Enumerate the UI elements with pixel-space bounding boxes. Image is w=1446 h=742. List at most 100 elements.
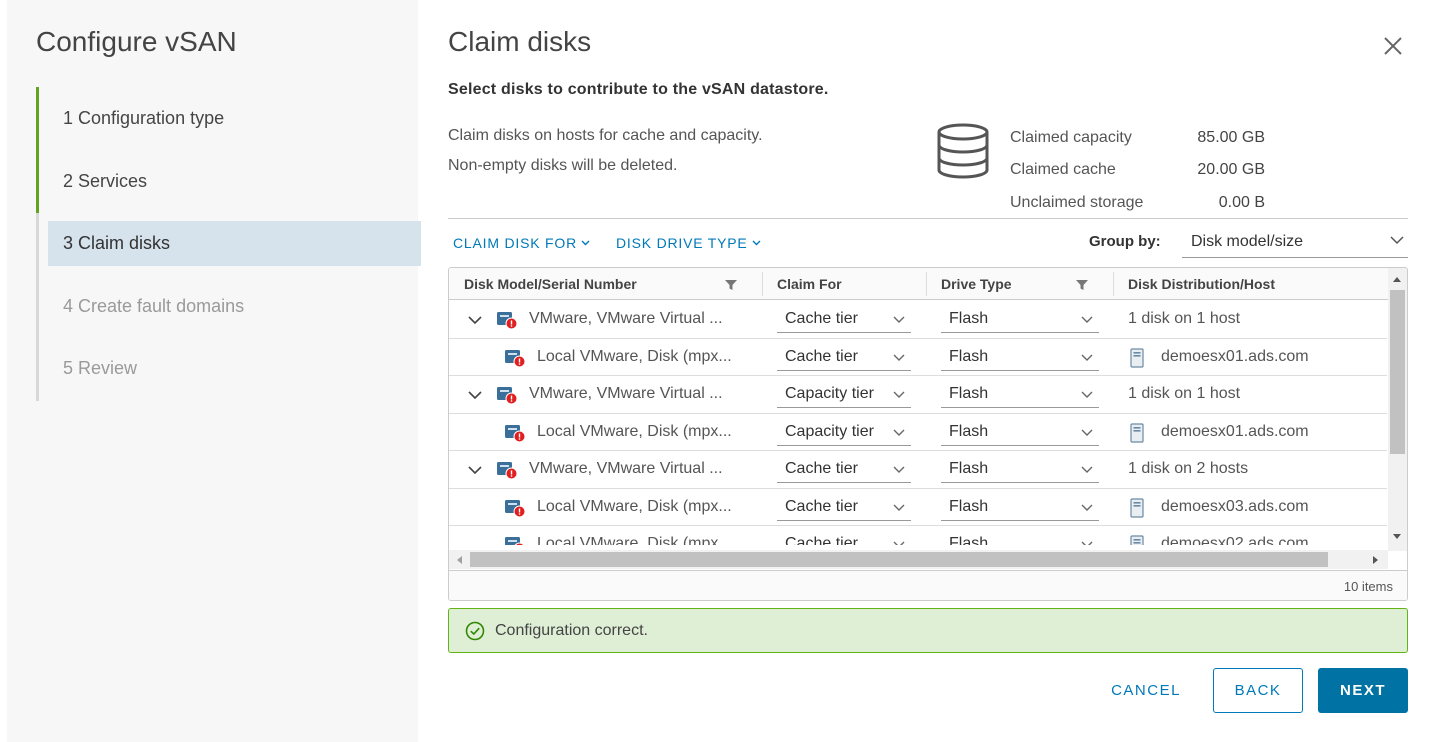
disk-error-icon xyxy=(497,312,518,330)
disk-distribution: 1 disk on 1 host xyxy=(1128,385,1241,402)
chevron-down-icon xyxy=(893,541,905,545)
step-claim-disks[interactable]: 3 Claim disks xyxy=(48,221,421,266)
claim-for-value: Cache tier xyxy=(785,347,858,365)
disk-error-icon xyxy=(505,499,526,517)
description-line-2: Non-empty disks will be deleted. xyxy=(448,157,678,174)
vertical-scrollbar[interactable] xyxy=(1388,268,1407,551)
description-line-1: Claim disks on hosts for cache and capac… xyxy=(448,127,763,144)
horizontal-scrollbar[interactable] xyxy=(449,550,1388,569)
claim-for-select[interactable]: Cache tier xyxy=(777,305,911,333)
chevron-down-icon xyxy=(893,504,905,511)
datagrid-body: VMware, VMware Virtual ... Cache tier Fl… xyxy=(449,301,1387,545)
drive-type-select[interactable]: Flash xyxy=(941,343,1099,371)
host-name[interactable]: demoesx03.ads.com xyxy=(1161,498,1309,516)
table-row[interactable]: VMware, VMware Virtual ... Cache tier Fl… xyxy=(449,451,1387,489)
chevron-down-icon[interactable] xyxy=(467,462,483,478)
table-row[interactable]: Local VMware, Disk (mpx... Cache tier Fl… xyxy=(449,339,1387,376)
drive-type-value: Flash xyxy=(949,460,989,477)
drive-type-select[interactable]: Flash xyxy=(941,455,1099,483)
drive-type-value: Flash xyxy=(949,347,989,365)
disk-model-name: VMware, VMware Virtual ... xyxy=(529,310,723,327)
wizard-sidebar: Configure vSAN 1 Configuration type 2 Se… xyxy=(7,0,421,742)
host-icon xyxy=(1130,535,1144,545)
scroll-left-arrow-icon[interactable] xyxy=(457,556,462,564)
column-drive-type[interactable]: Drive Type xyxy=(926,268,1012,300)
drive-type-select[interactable]: Flash xyxy=(941,493,1099,521)
claim-disk-for-dropdown[interactable]: CLAIM DISK FOR xyxy=(453,235,590,251)
disk-drive-type-label: DISK DRIVE TYPE xyxy=(616,235,748,251)
scroll-up-arrow-icon[interactable] xyxy=(1393,277,1401,282)
host-name[interactable]: demoesx01.ads.com xyxy=(1161,348,1309,366)
claim-for-select[interactable]: Cache tier xyxy=(777,455,911,483)
drive-type-value: Flash xyxy=(949,310,989,327)
claim-for-value: Cache tier xyxy=(785,497,858,515)
chevron-down-icon xyxy=(893,354,905,361)
claim-for-select[interactable]: Capacity tier xyxy=(777,418,911,446)
disk-datagrid: Disk Model/Serial Number Claim For Drive… xyxy=(448,267,1408,601)
table-row[interactable]: VMware, VMware Virtual ... Capacity tier… xyxy=(449,376,1387,414)
chevron-down-icon xyxy=(893,316,905,323)
column-claim-for[interactable]: Claim For xyxy=(762,268,842,300)
disk-distribution: 1 disk on 2 hosts xyxy=(1128,460,1249,477)
scroll-down-arrow-icon[interactable] xyxy=(1393,534,1401,539)
column-disk-model[interactable]: Disk Model/Serial Number xyxy=(449,268,637,300)
claim-disk-for-label: CLAIM DISK FOR xyxy=(453,235,577,251)
check-circle-icon xyxy=(465,621,485,641)
scroll-right-arrow-icon[interactable] xyxy=(1373,556,1378,564)
table-row[interactable]: Local VMware, Disk (mpx... Capacity tier… xyxy=(449,414,1387,451)
claim-for-value: Cache tier xyxy=(785,535,858,545)
table-row[interactable]: Local VMware, Disk (mpx... Cache tier Fl… xyxy=(449,526,1387,545)
filter-icon[interactable] xyxy=(725,279,737,291)
disk-error-icon xyxy=(505,537,525,545)
host-name[interactable]: demoesx01.ads.com xyxy=(1161,423,1309,441)
chevron-down-icon xyxy=(752,240,761,246)
alert-message: Configuration correct. xyxy=(495,622,648,639)
cancel-button[interactable]: CANCEL xyxy=(1098,668,1194,713)
group-by-select[interactable]: Disk model/size xyxy=(1182,228,1408,258)
datagrid-header: Disk Model/Serial Number Claim For Drive… xyxy=(449,268,1389,300)
next-button[interactable]: NEXT xyxy=(1318,668,1408,713)
drive-type-select[interactable]: Flash xyxy=(941,418,1099,446)
chevron-down-icon[interactable] xyxy=(467,312,483,328)
host-name[interactable]: demoesx02.ads.com xyxy=(1161,535,1309,545)
claim-for-select[interactable]: Cache tier xyxy=(777,493,911,521)
step-configuration-type[interactable]: 1 Configuration type xyxy=(48,96,421,141)
chevron-down-icon xyxy=(893,466,905,473)
table-row[interactable]: Local VMware, Disk (mpx... Cache tier Fl… xyxy=(449,489,1387,526)
chevron-down-icon[interactable] xyxy=(467,387,483,403)
claimed-capacity-label: Claimed capacity xyxy=(1010,129,1132,146)
claimed-cache-value: 20.00 GB xyxy=(1197,161,1265,178)
disk-error-icon xyxy=(505,349,526,367)
filter-icon[interactable] xyxy=(1076,279,1088,291)
claim-for-select[interactable]: Capacity tier xyxy=(777,380,911,408)
chevron-down-icon xyxy=(1081,354,1093,361)
back-button[interactable]: BACK xyxy=(1213,668,1303,713)
disk-name: Local VMware, Disk (mpx... xyxy=(537,422,732,440)
group-by-value: Disk model/size xyxy=(1191,233,1304,250)
page-title: Claim disks xyxy=(448,26,592,57)
claimed-cache-label: Claimed cache xyxy=(1010,161,1116,178)
claim-for-select[interactable]: Cache tier xyxy=(777,530,911,545)
drive-type-select[interactable]: Flash xyxy=(941,530,1099,545)
close-icon[interactable] xyxy=(1380,33,1406,59)
claim-for-value: Cache tier xyxy=(785,460,858,477)
column-disk-distribution[interactable]: Disk Distribution/Host xyxy=(1113,268,1275,300)
items-count: 10 items xyxy=(1343,579,1393,594)
step-services[interactable]: 2 Services xyxy=(48,159,421,204)
disk-name: Local VMware, Disk (mpx... xyxy=(537,535,732,545)
step-review: 5 Review xyxy=(63,358,138,378)
disk-drive-type-dropdown[interactable]: DISK DRIVE TYPE xyxy=(616,235,761,251)
disk-distribution: 1 disk on 1 host xyxy=(1128,310,1241,327)
disk-error-icon xyxy=(505,424,526,442)
claim-for-value: Capacity tier xyxy=(785,422,874,440)
datagrid-footer: 10 items xyxy=(449,570,1407,600)
database-icon xyxy=(937,123,989,179)
drive-type-select[interactable]: Flash xyxy=(941,380,1099,408)
vertical-scroll-thumb[interactable] xyxy=(1390,290,1405,454)
drive-type-select[interactable]: Flash xyxy=(941,305,1099,333)
horizontal-scroll-thumb[interactable] xyxy=(470,552,1328,567)
claim-for-select[interactable]: Cache tier xyxy=(777,343,911,371)
table-row[interactable]: VMware, VMware Virtual ... Cache tier Fl… xyxy=(449,301,1387,339)
claim-for-value: Capacity tier xyxy=(785,385,874,402)
host-icon xyxy=(1130,497,1144,518)
